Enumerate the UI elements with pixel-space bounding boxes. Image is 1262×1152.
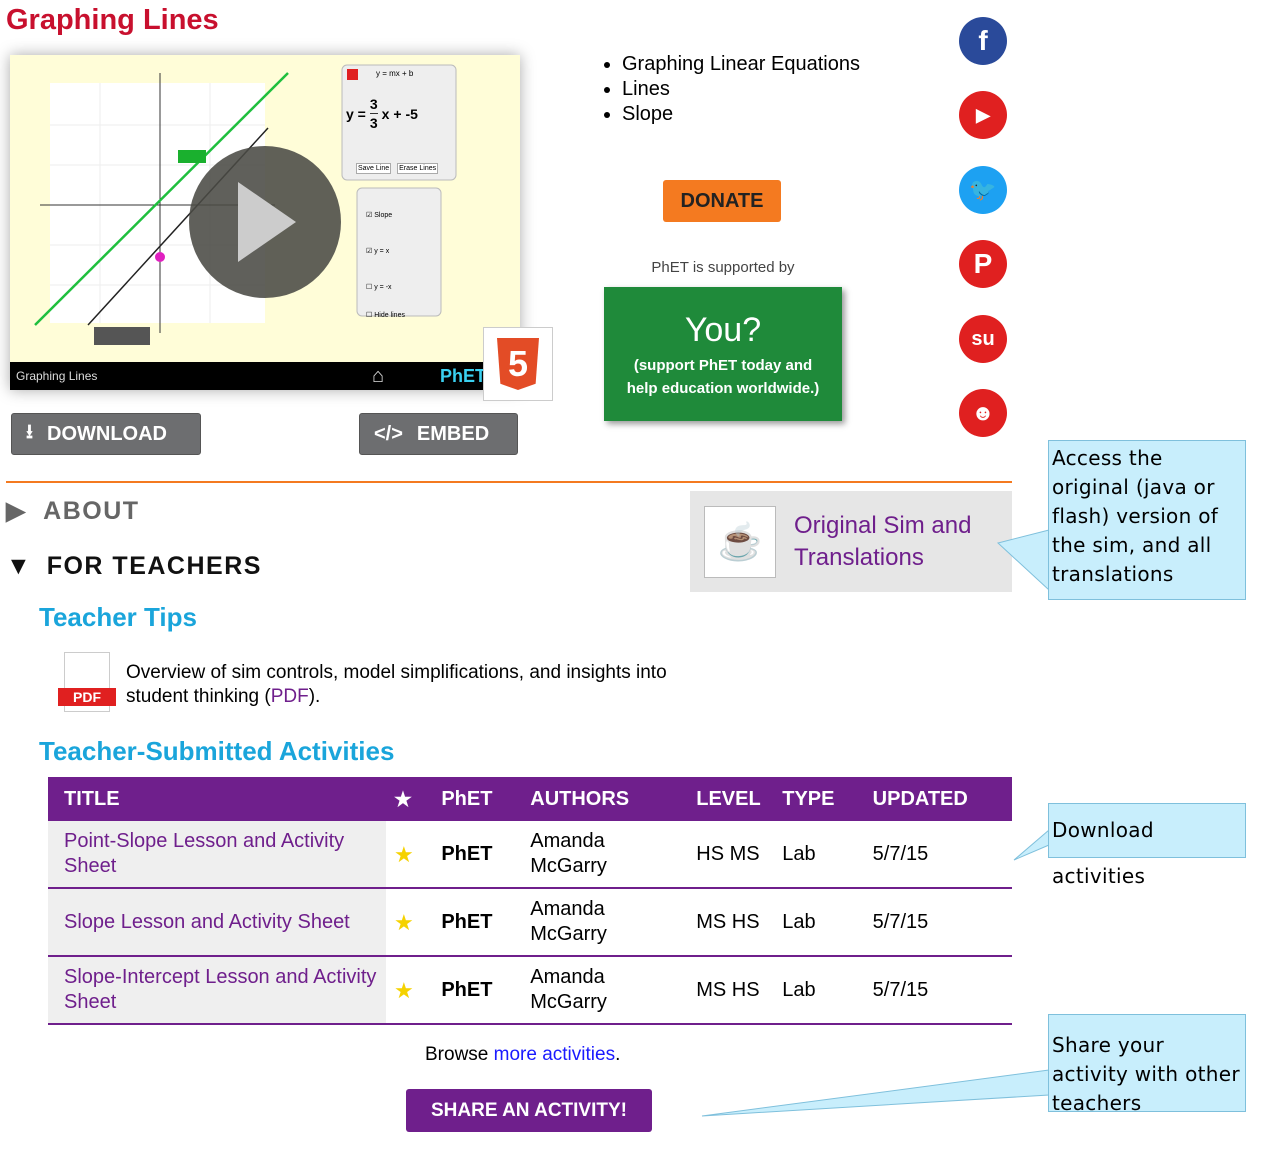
callout-original-sim: Access the original (java or flash) vers…: [1048, 440, 1246, 600]
callout-download-activities: Download activities: [1048, 803, 1246, 888]
callout-share-activity: Share your activity with other teachers: [1048, 1014, 1246, 1115]
